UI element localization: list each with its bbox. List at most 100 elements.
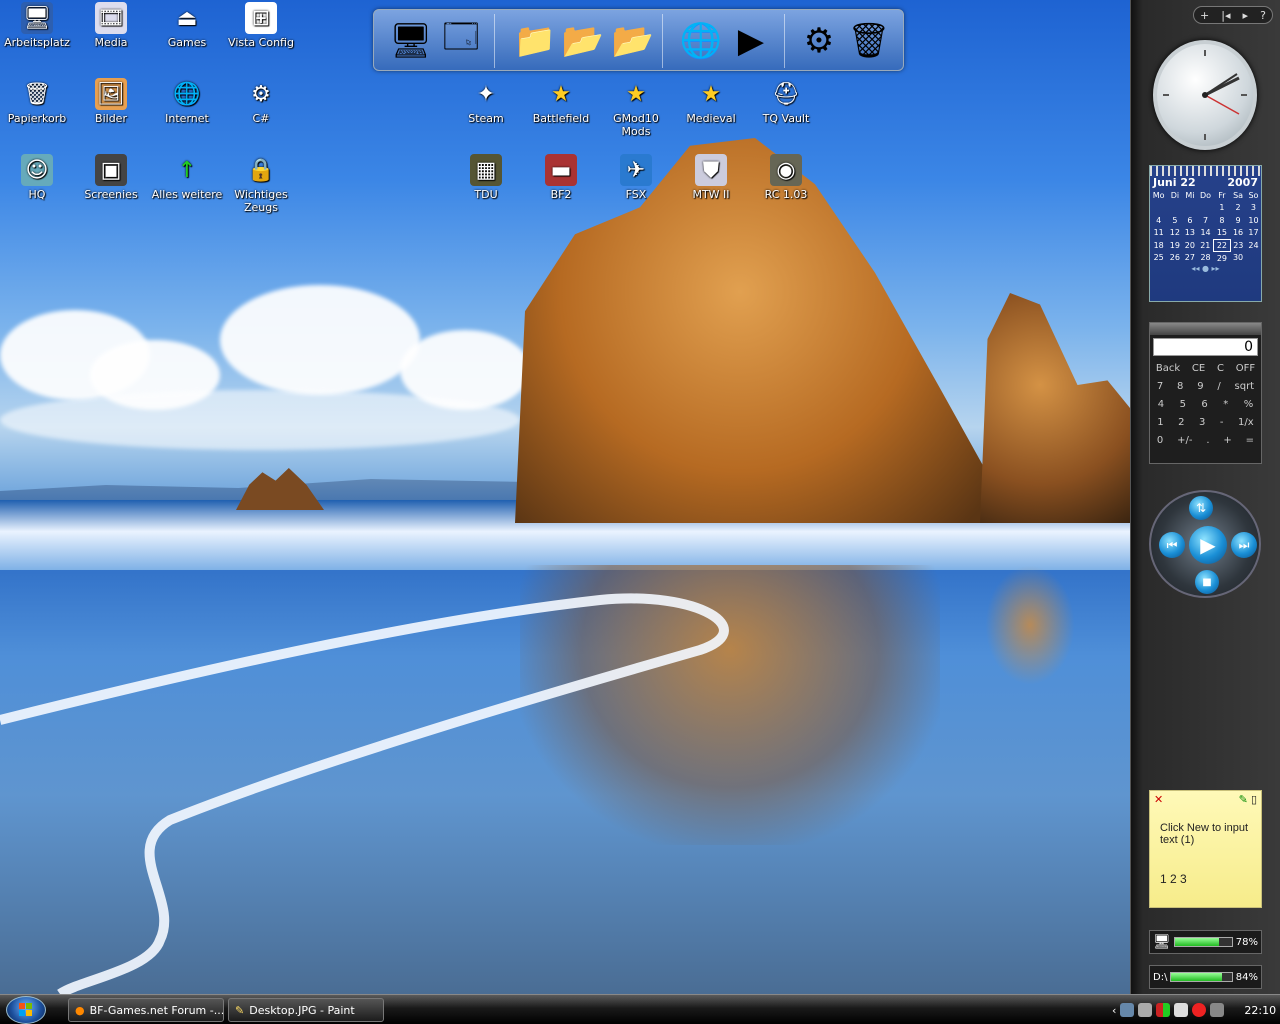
stop-button[interactable]: ■ [1195,570,1219,594]
calendar-day[interactable]: 7 [1197,214,1213,227]
calculator-key[interactable]: Back [1156,363,1180,374]
meter-tray-icon[interactable] [1156,1003,1171,1017]
calendar-day[interactable]: 12 [1167,227,1182,240]
music-folder-dock-icon[interactable]: 📂 [610,18,656,64]
desktop-icon[interactable]: 🌐 Internet [150,78,224,125]
calendar-day[interactable] [1167,202,1182,215]
settings-tray-icon[interactable] [1120,1003,1135,1017]
new-note-icon[interactable]: ▯ [1251,794,1257,806]
desktop-icon[interactable]: ⛑ TQ Vault [749,78,823,125]
calculator-key[interactable]: +/- [1177,435,1192,446]
volume-tray-icon[interactable] [1210,1003,1225,1017]
sticky-note-gadget[interactable]: ✕ ✎ ▯ Click New to input text (1) 1 2 3 [1149,790,1262,908]
previous-button[interactable]: ⏮ [1159,532,1185,558]
calculator-key[interactable]: 0 [1157,435,1163,446]
calendar-day[interactable]: 14 [1197,227,1213,240]
desktop-icon[interactable]: ⛊ MTW II [674,154,748,201]
recycle-bin-dock-icon[interactable]: 🗑 [846,18,892,64]
calculator-key[interactable]: 6 [1201,399,1207,410]
desktop-icon[interactable]: ▦ TDU [449,154,523,201]
calendar-day[interactable]: 23 [1230,239,1246,252]
calendar-day[interactable]: 2 [1230,202,1246,215]
calculator-titlebar[interactable] [1150,323,1261,335]
calendar-day[interactable]: 25 [1150,252,1167,265]
note-text[interactable]: Click New to input text (1) [1150,808,1261,870]
calculator-key[interactable]: 2 [1178,417,1184,428]
calendar-day[interactable]: 28 [1197,252,1213,265]
note-pages[interactable]: 1 2 3 [1150,870,1261,888]
calculator-key[interactable]: C [1217,363,1224,374]
calendar-day[interactable]: 1 [1214,202,1230,215]
desktop-icon[interactable]: ◉ RC 1.03 [749,154,823,201]
calendar-day[interactable]: 10 [1246,214,1261,227]
calendar-day[interactable]: 18 [1150,239,1167,252]
calendar-day[interactable]: 26 [1167,252,1182,265]
folder-dock-icon[interactable]: 📁 [512,18,558,64]
calendar-day[interactable]: 27 [1182,252,1197,265]
calculator-key[interactable]: % [1244,399,1254,410]
desktop-icon[interactable]: 🔒 Wichtiges Zeugs [224,154,298,214]
calendar-day[interactable] [1182,202,1197,215]
start-button[interactable] [6,996,46,1024]
sidebar-control[interactable]: ▸ [1243,9,1249,22]
calculator-key[interactable]: 8 [1177,381,1183,392]
play-button[interactable]: ▶ [1189,526,1227,564]
calculator-key[interactable]: 5 [1180,399,1186,410]
media-player-dock-icon[interactable]: ▶ [728,18,774,64]
next-button[interactable]: ⏭ [1231,532,1257,558]
calendar-gadget[interactable]: Juni 22 2007 Mo Di Mi Do Fr Sa So 1 2 3 4 5 6 7 8 9 10 11 1… [1149,165,1262,302]
desktop-icon[interactable]: ↑ Alles weitere [150,154,224,201]
desktop-icon[interactable]: 🖼 Bilder [74,78,148,125]
steam-tray-icon[interactable] [1138,1003,1153,1017]
calculator-key[interactable]: OFF [1236,363,1255,374]
calendar-day[interactable] [1150,202,1167,215]
computer-dock-icon[interactable]: 🖥 [388,18,434,64]
calendar-day[interactable]: 8 [1214,214,1230,227]
calendar-day[interactable]: 17 [1246,227,1261,240]
tray-expand-icon[interactable]: ‹ [1112,1004,1116,1017]
calculator-key[interactable]: = [1246,435,1254,446]
desktop-icon[interactable]: ⚙ C# [224,78,298,125]
taskbar-button-firefox[interactable]: ● BF-Games.net Forum -... [68,998,224,1022]
calculator-key[interactable]: * [1223,399,1228,410]
desktop-icon[interactable]: ✦ Steam [449,78,523,125]
sidebar-control[interactable]: ? [1260,9,1266,22]
sidebar-control[interactable]: |◂ [1221,9,1230,22]
calculator-key[interactable]: - [1220,417,1224,428]
calculator-key[interactable]: sqrt [1235,381,1255,392]
control-panel-dock-icon[interactable]: 🗔 [438,17,484,64]
calendar-day[interactable]: 15 [1214,227,1230,240]
desktop-icon[interactable]: ★ Battlefield [524,78,598,125]
documents-folder-dock-icon[interactable]: 📂 [560,18,606,64]
antivirus-tray-icon[interactable] [1192,1003,1207,1017]
calendar-day[interactable]: 5 [1167,214,1182,227]
desktop-icon[interactable]: ★ GMod10 Mods [599,78,673,138]
analog-clock-gadget[interactable] [1153,40,1257,150]
calculator-key[interactable]: 7 [1157,381,1163,392]
calculator-key[interactable]: . [1206,435,1209,446]
settings-dock-icon[interactable]: ⚙ [796,18,842,64]
calendar-day[interactable]: 22 [1213,238,1231,252]
desktop-icon[interactable]: 🖥 Arbeitsplatz [0,2,74,49]
calculator-key[interactable]: + [1223,435,1231,446]
calendar-day[interactable]: 30 [1230,252,1246,265]
sidebar-control[interactable]: + [1200,9,1209,22]
calendar-day[interactable]: 29 [1214,252,1230,265]
calendar-day[interactable]: 24 [1246,239,1261,252]
calculator-key[interactable]: CE [1192,363,1205,374]
shuffle-button[interactable]: ⇅ [1189,496,1213,520]
calendar-day[interactable]: 4 [1150,214,1167,227]
desktop-icon[interactable]: ⊞ Vista Config [224,2,298,49]
calculator-key[interactable]: 1 [1157,417,1163,428]
calendar-day[interactable]: 3 [1246,202,1261,215]
calendar-day[interactable]: 16 [1230,227,1246,240]
calendar-day[interactable]: 11 [1150,227,1167,240]
calendar-day[interactable]: 21 [1197,239,1213,252]
tray-clock[interactable]: 22:10 [1244,1004,1276,1017]
calculator-key[interactable]: / [1217,381,1220,392]
calendar-day[interactable] [1246,252,1261,265]
calendar-day[interactable]: 19 [1167,239,1182,252]
calculator-key[interactable]: 9 [1197,381,1203,392]
calculator-key[interactable]: 1/x [1238,417,1254,428]
calendar-day[interactable]: 6 [1182,214,1197,227]
